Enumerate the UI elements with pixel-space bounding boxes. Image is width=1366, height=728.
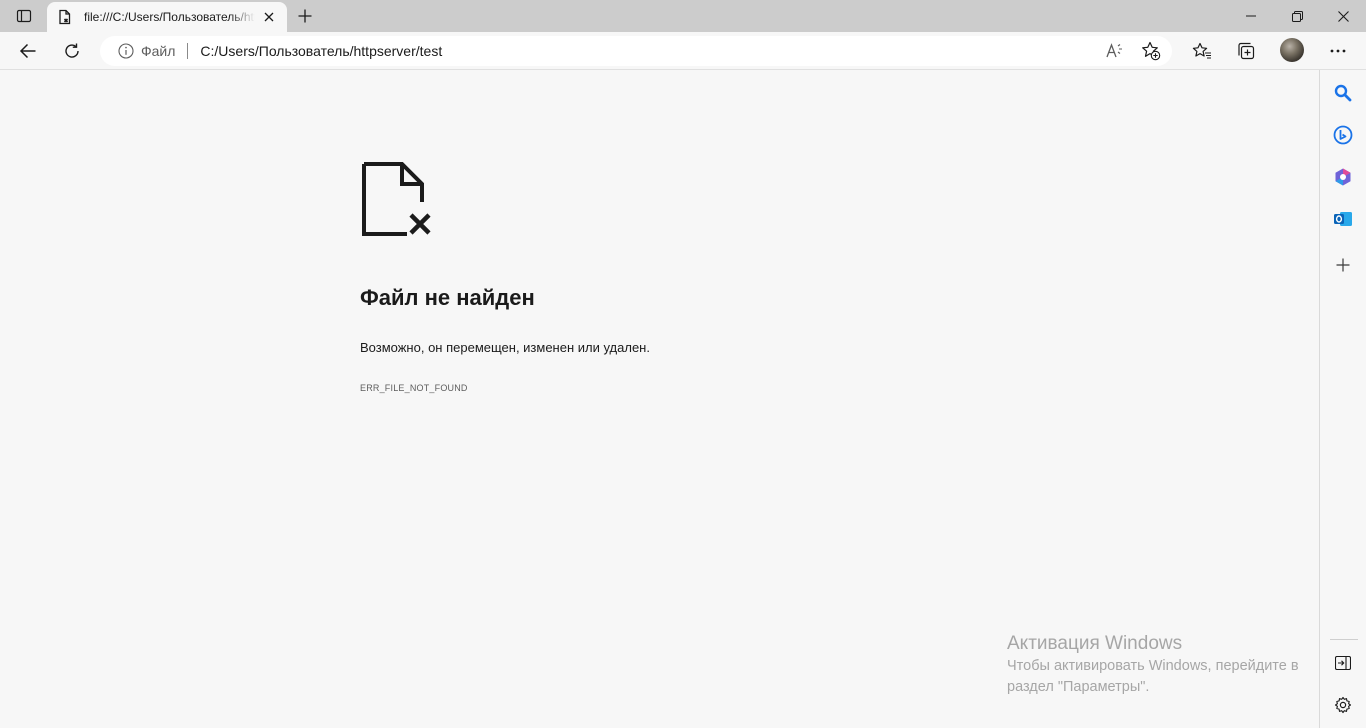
sidebar-search-button[interactable]: [1332, 82, 1354, 104]
tab-actions-icon: [16, 9, 32, 23]
error-description: Возможно, он перемещен, изменен или удал…: [360, 340, 650, 355]
more-icon: [1330, 49, 1346, 53]
file-missing-icon: [362, 162, 434, 238]
restore-icon: [1291, 10, 1303, 22]
back-button[interactable]: [12, 35, 44, 67]
bing-icon: [1333, 125, 1353, 145]
sidebar-add-button[interactable]: [1332, 254, 1354, 276]
add-favorite-button[interactable]: [1139, 39, 1163, 63]
address-bar[interactable]: Файл C:/Users/Пользователь/httpserver/te…: [100, 36, 1172, 66]
favorites-button[interactable]: [1186, 35, 1218, 67]
sidebar-outlook-button[interactable]: [1332, 208, 1354, 230]
restore-button[interactable]: [1274, 0, 1320, 32]
profile-avatar[interactable]: [1280, 38, 1304, 62]
browser-tab[interactable]: file:///C:/Users/Пользователь/httpserver…: [47, 2, 287, 32]
hide-sidebar-button[interactable]: [1332, 652, 1354, 674]
browser-toolbar: Файл C:/Users/Пользователь/httpserver/te…: [0, 32, 1366, 70]
tab-title: file:///C:/Users/Пользователь/httpserver…: [84, 10, 255, 24]
settings-more-button[interactable]: [1322, 35, 1354, 67]
close-tab-button[interactable]: [259, 7, 279, 27]
close-icon: [1337, 10, 1349, 22]
close-icon: [264, 12, 274, 22]
close-window-button[interactable]: [1320, 0, 1366, 32]
info-icon[interactable]: [118, 43, 134, 59]
plus-icon: [1336, 258, 1350, 272]
sidebar-bing-button[interactable]: [1332, 124, 1354, 146]
tab-strip: file:///C:/Users/Пользователь/httpserver…: [0, 0, 1366, 32]
gear-icon: [1334, 696, 1352, 714]
outlook-icon: [1334, 212, 1352, 226]
back-arrow-icon: [19, 43, 36, 59]
file-icon: [57, 9, 73, 25]
search-icon: [1334, 84, 1352, 102]
favorites-icon: [1192, 42, 1211, 59]
collections-icon: [1238, 42, 1255, 60]
tab-actions-button[interactable]: [8, 3, 40, 29]
address-separator: [187, 43, 189, 59]
activation-watermark-text: Чтобы активировать Windows, перейдите в …: [1007, 658, 1299, 695]
read-aloud-button[interactable]: [1103, 39, 1127, 63]
minimize-button[interactable]: [1228, 0, 1274, 32]
star-plus-icon: [1142, 41, 1161, 61]
sidebar-office-button[interactable]: [1332, 166, 1354, 188]
sidebar-settings-button[interactable]: [1332, 694, 1354, 716]
collections-button[interactable]: [1230, 35, 1262, 67]
plus-icon: [298, 9, 312, 23]
sidebar-divider: [1330, 639, 1358, 640]
new-tab-button[interactable]: [290, 3, 320, 29]
activation-watermark-title: Активация Windows: [1007, 633, 1183, 654]
error-title: Файл не найден: [360, 285, 535, 310]
error-code: ERR_FILE_NOT_FOUND: [360, 383, 468, 393]
edge-sidebar: [1319, 70, 1366, 728]
address-url[interactable]: C:/Users/Пользователь/httpserver/test: [200, 43, 442, 59]
refresh-icon: [65, 43, 79, 58]
refresh-button[interactable]: [56, 35, 88, 67]
read-aloud-icon: [1106, 43, 1122, 58]
site-info-label[interactable]: Файл: [141, 43, 175, 59]
office-icon: [1335, 168, 1351, 186]
hide-sidebar-icon: [1335, 656, 1351, 670]
minimize-icon: [1246, 15, 1256, 17]
